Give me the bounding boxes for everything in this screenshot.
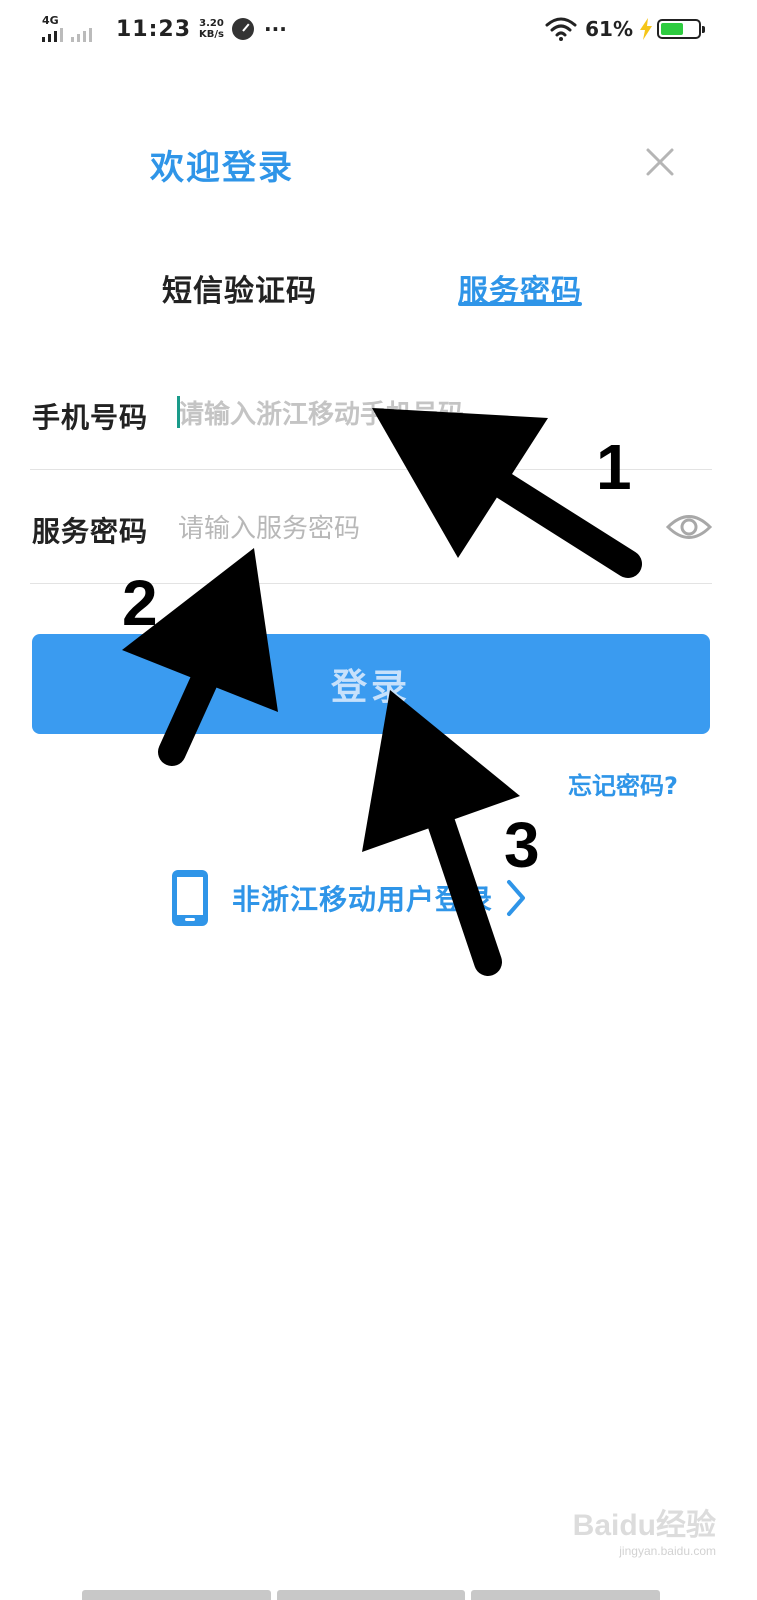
- text-cursor: [177, 396, 180, 428]
- bottom-nav-bar[interactable]: [82, 1590, 661, 1600]
- nav-segment[interactable]: [82, 1590, 271, 1600]
- nav-segment[interactable]: [471, 1590, 661, 1600]
- annotation-number-2: 2: [122, 567, 158, 639]
- nav-segment[interactable]: [276, 1590, 466, 1600]
- wifi-icon: [545, 17, 577, 41]
- active-tab-indicator: [458, 302, 582, 306]
- mobile-phone-icon: [172, 870, 208, 926]
- annotation-number-3: 3: [504, 809, 540, 881]
- non-zhejiang-login-link[interactable]: 非浙江移动用户登录: [168, 866, 529, 930]
- clock: 11:23: [116, 16, 192, 42]
- forgot-password-link[interactable]: 忘记密码?: [568, 766, 678, 801]
- speed-unit: KB/s: [199, 29, 225, 40]
- speed-value: 3.20: [199, 18, 224, 29]
- phone-label: 手机号码: [32, 401, 149, 434]
- status-bar: 4G 11:23 3.20 KB/s ··· 61%: [0, 0, 757, 60]
- page-title: 欢迎登录: [150, 148, 294, 188]
- status-bar-left: 4G 11:23 3.20 KB/s ···: [42, 14, 287, 44]
- login-button[interactable]: 登录: [32, 634, 710, 734]
- battery-fill: [661, 23, 683, 35]
- watermark-logo: Baidu经验: [572, 1509, 716, 1542]
- close-icon[interactable]: [640, 142, 680, 182]
- eye-icon[interactable]: [666, 510, 712, 544]
- battery-percent: 61%: [585, 17, 633, 41]
- battery-icon: [657, 19, 705, 39]
- status-bar-right: 61%: [545, 14, 705, 44]
- watermark-site: jingyan.baidu.com: [619, 1544, 716, 1558]
- network-type: 4G: [42, 14, 59, 27]
- watermark: Baidu经验 jingyan.baidu.com: [566, 1500, 716, 1558]
- annotation-number-1: 1: [596, 431, 632, 503]
- phone-input[interactable]: [178, 390, 648, 440]
- more-notifications: ···: [264, 17, 287, 41]
- signal-indicator: 4G: [42, 14, 108, 44]
- gauge-icon: [232, 18, 255, 40]
- network-speed: 3.20 KB/s: [199, 18, 224, 40]
- signal-bars-icon: [42, 28, 92, 42]
- password-label: 服务密码: [32, 515, 149, 548]
- password-input[interactable]: [178, 504, 648, 554]
- non-zhejiang-login-label: 非浙江移动用户登录: [232, 883, 494, 916]
- tab-sms-code[interactable]: 短信验证码: [162, 266, 317, 310]
- charging-bolt-icon: [640, 18, 652, 40]
- chevron-right-icon: [507, 880, 526, 916]
